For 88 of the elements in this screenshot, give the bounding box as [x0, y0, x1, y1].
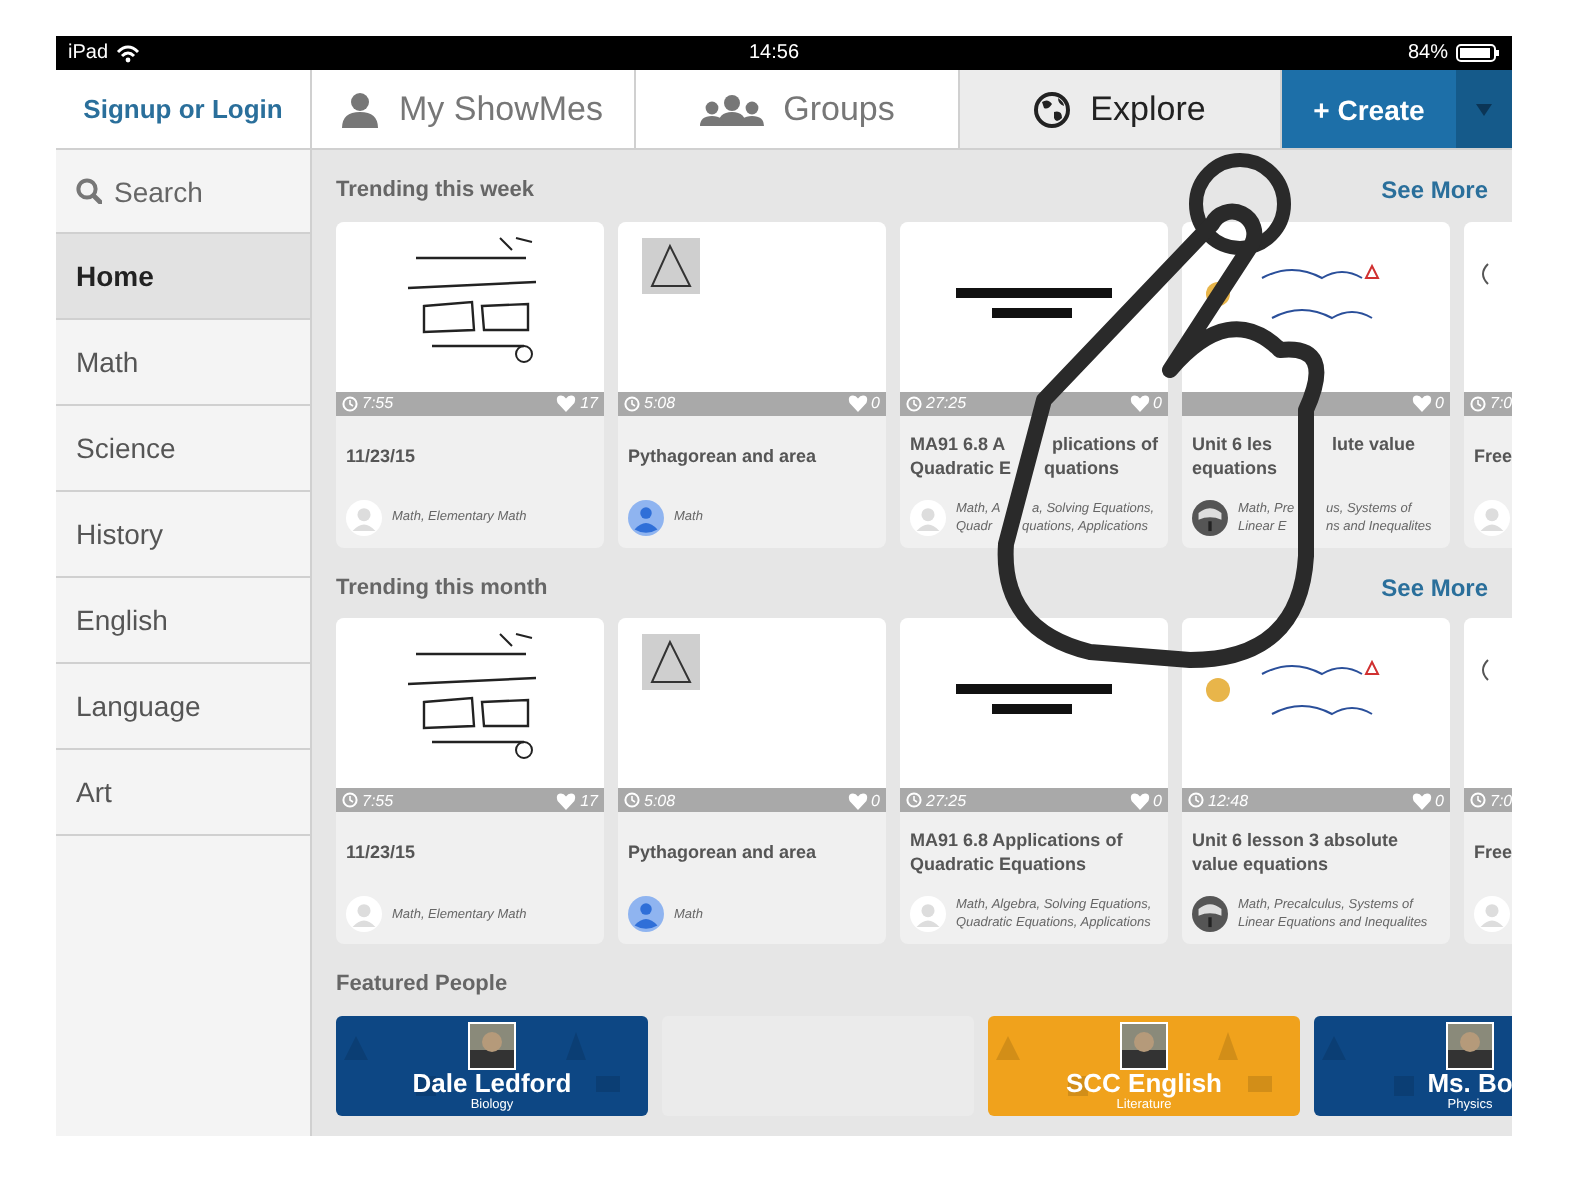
wifi-icon [116, 43, 141, 63]
video-title: MA91 6.8 A [910, 431, 1008, 456]
video-duration: 27:25 [926, 791, 967, 810]
clock-icon [906, 395, 922, 412]
person-icon [342, 91, 379, 127]
video-title: Pythagorean and area [628, 840, 819, 867]
avatar-icon [1474, 499, 1510, 536]
clock-icon [1470, 395, 1486, 412]
search-placeholder: Search [114, 175, 203, 207]
person-name: Dale Ledford [412, 1070, 572, 1099]
video-title: MA91 6.8 Applications of Quadratic Equations [910, 828, 1125, 877]
video-duration: 7:0 [1490, 394, 1512, 413]
video-title: 11/23/15 [346, 443, 418, 470]
section-heading: Trending this week [336, 177, 535, 202]
like-count: 17 [580, 791, 598, 810]
clock-icon [624, 395, 640, 412]
like-count: 0 [1435, 394, 1444, 413]
like-count: 0 [1153, 791, 1162, 810]
like-count: 0 [1153, 394, 1162, 413]
tap-circle [1189, 153, 1291, 255]
like-count: 17 [580, 394, 598, 413]
heart-icon [556, 791, 577, 810]
people-icon [699, 91, 764, 127]
video-title: Unit 6 les [1192, 431, 1275, 456]
heart-icon [556, 394, 577, 413]
clock-icon [624, 792, 640, 809]
caret-icon [1476, 103, 1492, 115]
clock-icon [1470, 792, 1486, 809]
person-name: Ms. Bo [1427, 1070, 1512, 1099]
clock-icon [342, 792, 358, 809]
avatar-icon [910, 896, 946, 933]
section-heading: Trending this month [336, 575, 548, 599]
video-card[interactable]: 7:0 Free [1464, 618, 1512, 945]
video-title: plications of [1052, 431, 1159, 456]
tab-label: Explore [1090, 89, 1206, 129]
heart-icon [847, 791, 868, 810]
avatar-icon [1192, 499, 1228, 536]
see-more-link[interactable]: See More [1381, 573, 1488, 601]
video-title: lute value [1332, 431, 1416, 456]
avatar-icon [346, 499, 382, 536]
video-title: equations [1192, 455, 1278, 480]
dropdown-button[interactable] [1456, 70, 1512, 148]
clock-icon [906, 792, 922, 809]
device-name: iPad [68, 42, 109, 64]
video-duration: 5:08 [644, 394, 676, 413]
tab-label: Groups [783, 89, 895, 129]
nav-tab[interactable]: Explore [960, 70, 1282, 148]
search-icon [76, 178, 102, 204]
avatar-icon [1474, 896, 1510, 933]
video-title: Pythagorean and area [628, 443, 819, 470]
clock-icon [342, 395, 358, 412]
heart-icon [1411, 394, 1432, 413]
heart-icon [1129, 394, 1150, 413]
section-heading: Featured People [336, 972, 508, 997]
like-count: 0 [871, 791, 880, 810]
video-title: Free [1474, 443, 1512, 470]
heart-icon [847, 394, 868, 413]
video-duration: 7:55 [362, 394, 394, 413]
heart-icon [1411, 791, 1432, 810]
heart-icon [1129, 791, 1150, 810]
video-title: Free [1474, 840, 1512, 867]
battery-level: 84% [1407, 42, 1448, 64]
video-title: Quadratic E [910, 455, 1014, 480]
globe-icon [1034, 91, 1071, 127]
battery-icon [1456, 44, 1500, 62]
video-duration: 7:55 [362, 791, 394, 810]
person-name: SCC English [1065, 1070, 1222, 1099]
tab-label: My ShowMes [398, 89, 604, 129]
video-duration: 27:25 [926, 394, 967, 413]
create-button[interactable]: + Create [1282, 70, 1456, 148]
video-card[interactable]: 7:0 Free [1464, 221, 1512, 548]
see-more-link[interactable]: See More [1381, 175, 1488, 204]
video-duration: 5:08 [644, 791, 676, 810]
avatar-icon [628, 896, 664, 933]
avatar-icon [910, 499, 946, 536]
avatar-icon [346, 896, 382, 933]
clock-icon [1188, 792, 1204, 809]
like-count: 0 [1435, 791, 1444, 810]
clock-time: 14:56 [746, 42, 802, 64]
video-title: quations [1044, 455, 1119, 480]
video-duration: 12:48 [1208, 791, 1249, 810]
video-title: Unit 6 lesson 3 absolute value equations [1192, 828, 1401, 877]
like-count: 0 [871, 394, 880, 413]
video-duration: 7:0 [1490, 791, 1512, 810]
sidebar-item[interactable]: Home [56, 234, 310, 320]
avatar-icon [628, 499, 664, 536]
avatar-icon [1192, 896, 1228, 933]
video-title: 11/23/15 [346, 840, 418, 867]
